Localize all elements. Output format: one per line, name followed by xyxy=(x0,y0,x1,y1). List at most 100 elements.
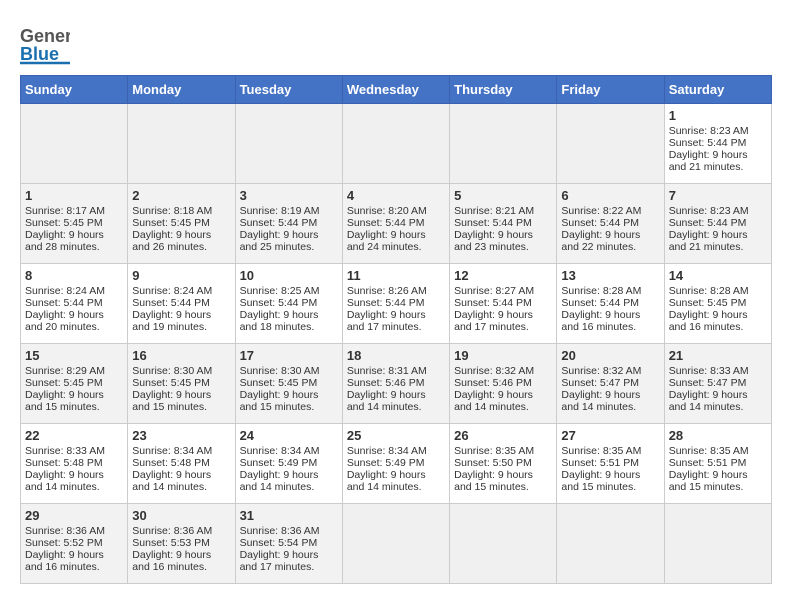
day-number: 18 xyxy=(347,348,445,363)
calendar-cell: 6Sunrise: 8:22 AMSunset: 5:44 PMDaylight… xyxy=(557,184,664,264)
sunset-text: Sunset: 5:51 PM xyxy=(669,457,747,469)
sunset-text: Sunset: 5:45 PM xyxy=(25,377,103,389)
daylight-text: Daylight: 9 hours and 14 minutes. xyxy=(669,389,748,413)
sunset-text: Sunset: 5:44 PM xyxy=(454,297,532,309)
sunset-text: Sunset: 5:45 PM xyxy=(669,297,747,309)
calendar-cell xyxy=(557,504,664,584)
day-number: 31 xyxy=(240,508,338,523)
calendar-cell: 2Sunrise: 8:18 AMSunset: 5:45 PMDaylight… xyxy=(128,184,235,264)
header: General Blue xyxy=(20,20,772,65)
day-number: 23 xyxy=(132,428,230,443)
sunrise-text: Sunrise: 8:27 AM xyxy=(454,285,534,297)
sunset-text: Sunset: 5:44 PM xyxy=(347,297,425,309)
sunrise-text: Sunrise: 8:23 AM xyxy=(669,125,749,137)
day-number: 14 xyxy=(669,268,767,283)
sunrise-text: Sunrise: 8:36 AM xyxy=(132,525,212,537)
day-number: 13 xyxy=(561,268,659,283)
calendar-cell xyxy=(450,104,557,184)
calendar-cell: 12Sunrise: 8:27 AMSunset: 5:44 PMDayligh… xyxy=(450,264,557,344)
sunset-text: Sunset: 5:54 PM xyxy=(240,537,318,549)
logo: General Blue xyxy=(20,20,70,65)
day-number: 29 xyxy=(25,508,123,523)
daylight-text: Daylight: 9 hours and 14 minutes. xyxy=(347,469,426,493)
day-number: 3 xyxy=(240,188,338,203)
calendar-cell: 7Sunrise: 8:23 AMSunset: 5:44 PMDaylight… xyxy=(664,184,771,264)
daylight-text: Daylight: 9 hours and 15 minutes. xyxy=(132,389,211,413)
day-number: 1 xyxy=(25,188,123,203)
day-number: 6 xyxy=(561,188,659,203)
sunrise-text: Sunrise: 8:25 AM xyxy=(240,285,320,297)
svg-text:Blue: Blue xyxy=(20,44,59,64)
sunrise-text: Sunrise: 8:35 AM xyxy=(669,445,749,457)
day-header-friday: Friday xyxy=(557,76,664,104)
daylight-text: Daylight: 9 hours and 14 minutes. xyxy=(454,389,533,413)
calendar-cell: 20Sunrise: 8:32 AMSunset: 5:47 PMDayligh… xyxy=(557,344,664,424)
sunset-text: Sunset: 5:45 PM xyxy=(132,377,210,389)
daylight-text: Daylight: 9 hours and 16 minutes. xyxy=(132,549,211,573)
sunset-text: Sunset: 5:44 PM xyxy=(25,297,103,309)
calendar-cell: 31Sunrise: 8:36 AMSunset: 5:54 PMDayligh… xyxy=(235,504,342,584)
sunrise-text: Sunrise: 8:29 AM xyxy=(25,365,105,377)
daylight-text: Daylight: 9 hours and 14 minutes. xyxy=(132,469,211,493)
sunrise-text: Sunrise: 8:24 AM xyxy=(132,285,212,297)
calendar-cell: 29Sunrise: 8:36 AMSunset: 5:52 PMDayligh… xyxy=(21,504,128,584)
daylight-text: Daylight: 9 hours and 17 minutes. xyxy=(347,309,426,333)
sunrise-text: Sunrise: 8:34 AM xyxy=(347,445,427,457)
sunrise-text: Sunrise: 8:33 AM xyxy=(25,445,105,457)
daylight-text: Daylight: 9 hours and 14 minutes. xyxy=(240,469,319,493)
header-row: SundayMondayTuesdayWednesdayThursdayFrid… xyxy=(21,76,772,104)
sunset-text: Sunset: 5:44 PM xyxy=(669,137,747,149)
daylight-text: Daylight: 9 hours and 24 minutes. xyxy=(347,229,426,253)
sunset-text: Sunset: 5:46 PM xyxy=(347,377,425,389)
calendar-cell xyxy=(235,104,342,184)
daylight-text: Daylight: 9 hours and 21 minutes. xyxy=(669,229,748,253)
week-row-2: 1 Sunrise: 8:17 AM Sunset: 5:45 PM Daylight… xyxy=(21,184,772,264)
calendar-cell: 8Sunrise: 8:24 AMSunset: 5:44 PMDaylight… xyxy=(21,264,128,344)
daylight-text: Daylight: 9 hours and 16 minutes. xyxy=(669,309,748,333)
day-number: 26 xyxy=(454,428,552,443)
calendar-cell xyxy=(557,104,664,184)
svg-text:General: General xyxy=(20,26,70,46)
day-number: 4 xyxy=(347,188,445,203)
sunset-text: Sunset: 5:49 PM xyxy=(240,457,318,469)
calendar-cell: 27Sunrise: 8:35 AMSunset: 5:51 PMDayligh… xyxy=(557,424,664,504)
sunset-text: Sunset: 5:44 PM xyxy=(240,217,318,229)
calendar-cell: 19Sunrise: 8:32 AMSunset: 5:46 PMDayligh… xyxy=(450,344,557,424)
day-number: 17 xyxy=(240,348,338,363)
day-number: 20 xyxy=(561,348,659,363)
day-number: 16 xyxy=(132,348,230,363)
day-number: 8 xyxy=(25,268,123,283)
daylight-text: Daylight: 9 hours and 22 minutes. xyxy=(561,229,640,253)
sunrise-text: Sunrise: 8:36 AM xyxy=(25,525,105,537)
day-number: 2 xyxy=(132,188,230,203)
calendar-cell: 13Sunrise: 8:28 AMSunset: 5:44 PMDayligh… xyxy=(557,264,664,344)
sunrise-text: Sunrise: 8:21 AM xyxy=(454,205,534,217)
sunset-text: Sunset: 5:53 PM xyxy=(132,537,210,549)
sunset-text: Sunset: 5:44 PM xyxy=(561,217,639,229)
sunset-text: Sunset: 5:47 PM xyxy=(561,377,639,389)
day-header-wednesday: Wednesday xyxy=(342,76,449,104)
calendar-cell: 14Sunrise: 8:28 AMSunset: 5:45 PMDayligh… xyxy=(664,264,771,344)
daylight-text: Daylight: 9 hours and 19 minutes. xyxy=(132,309,211,333)
sunset-text: Sunset: 5:46 PM xyxy=(454,377,532,389)
sunrise-text: Sunrise: 8:26 AM xyxy=(347,285,427,297)
calendar-cell xyxy=(342,504,449,584)
sunrise-text: Sunrise: 8:17 AM xyxy=(25,205,105,217)
sunset-text: Sunset: 5:49 PM xyxy=(347,457,425,469)
day-number: 10 xyxy=(240,268,338,283)
calendar-cell: 4Sunrise: 8:20 AMSunset: 5:44 PMDaylight… xyxy=(342,184,449,264)
calendar-cell xyxy=(450,504,557,584)
sunset-text: Sunset: 5:45 PM xyxy=(132,217,210,229)
day-header-saturday: Saturday xyxy=(664,76,771,104)
calendar-cell: 3Sunrise: 8:19 AMSunset: 5:44 PMDaylight… xyxy=(235,184,342,264)
sunset-text: Sunset: 5:51 PM xyxy=(561,457,639,469)
day-number: 27 xyxy=(561,428,659,443)
day-number: 30 xyxy=(132,508,230,523)
sunrise-text: Sunrise: 8:30 AM xyxy=(240,365,320,377)
calendar-cell: 1Sunrise: 8:23 AMSunset: 5:44 PMDaylight… xyxy=(664,104,771,184)
day-number: 12 xyxy=(454,268,552,283)
sunrise-text: Sunrise: 8:31 AM xyxy=(347,365,427,377)
calendar-cell: 21Sunrise: 8:33 AMSunset: 5:47 PMDayligh… xyxy=(664,344,771,424)
day-number: 15 xyxy=(25,348,123,363)
calendar-cell: 11Sunrise: 8:26 AMSunset: 5:44 PMDayligh… xyxy=(342,264,449,344)
